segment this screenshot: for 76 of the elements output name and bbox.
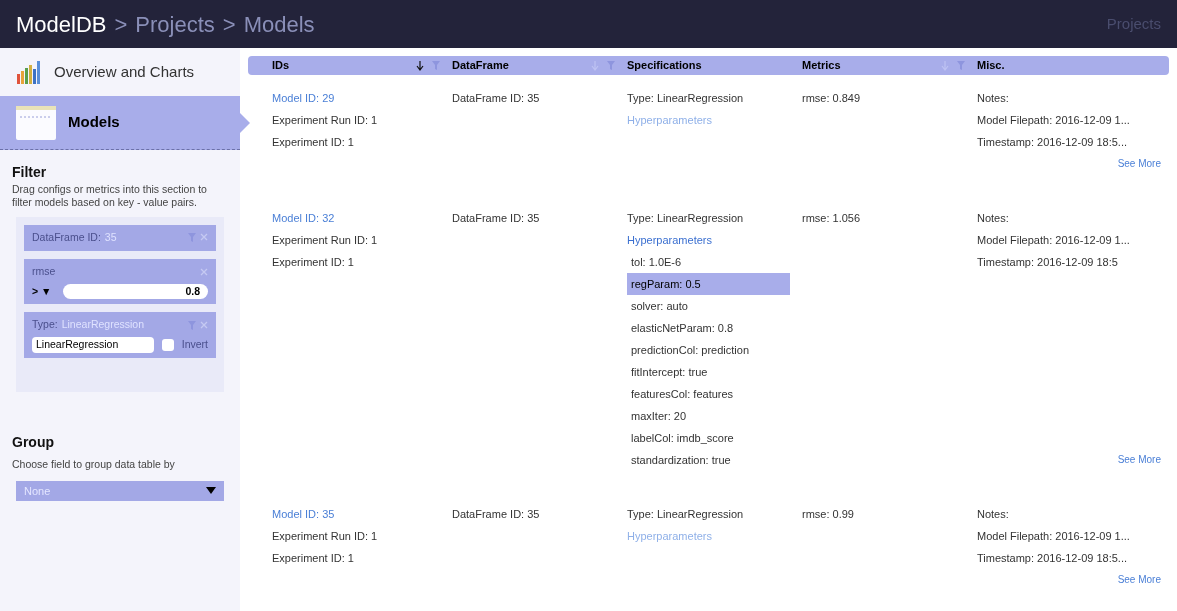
value-input[interactable]: 0.8 bbox=[63, 283, 208, 300]
filter-value: LinearRegression bbox=[61, 317, 144, 333]
close-icon[interactable] bbox=[200, 233, 208, 242]
breadcrumb-link[interactable]: Projects bbox=[135, 7, 215, 41]
timestamp-text: Timestamp: 2016-12-09 18:5... bbox=[977, 135, 1128, 150]
breadcrumb-separator: > bbox=[114, 10, 128, 39]
filepath-text: Model Filepath: 2016-12-09 1... bbox=[977, 113, 1131, 128]
hyperparameter-item[interactable]: regParam: 0.5 bbox=[627, 273, 790, 295]
column-header[interactable]: Specifications bbox=[627, 57, 702, 74]
model-id-link[interactable]: Model ID: 32 bbox=[272, 207, 452, 229]
dataframe-text: DataFrame ID: 35 bbox=[452, 92, 540, 104]
breadcrumb-link[interactable]: ModelDB bbox=[16, 7, 107, 41]
experiment-id-text: Experiment ID: 1 bbox=[272, 551, 355, 566]
type-text: Type: LinearRegression bbox=[627, 91, 745, 106]
filter-icon[interactable] bbox=[607, 61, 615, 70]
see-more-link[interactable]: See More bbox=[1117, 153, 1161, 175]
invert-label: Invert bbox=[181, 337, 208, 352]
experiment-id-text: Experiment ID: 1 bbox=[272, 135, 355, 150]
hyperparameter-item[interactable]: predictionCol: prediction bbox=[627, 339, 790, 361]
model-id-link[interactable]: Model ID: 29 bbox=[272, 87, 452, 109]
bar-chart-icon bbox=[16, 60, 42, 84]
table-icon bbox=[16, 105, 56, 140]
notes-text: Notes: bbox=[977, 507, 1010, 522]
hyperparameters-link[interactable]: Hyperparameters bbox=[627, 229, 790, 251]
selection-pointer bbox=[240, 113, 250, 133]
filter-value: 35 bbox=[104, 230, 117, 245]
model-id-link[interactable]: Model ID: 35 bbox=[272, 503, 452, 525]
see-more-link[interactable]: See More bbox=[1117, 449, 1161, 471]
hyperparameter-item[interactable]: elasticNetParam: 0.8 bbox=[627, 317, 790, 339]
metric-text: rmse: 0.99 bbox=[802, 508, 854, 520]
metric-text: rmse: 1.056 bbox=[802, 212, 861, 224]
hyperparameter-item[interactable]: featuresCol: features bbox=[627, 383, 790, 405]
column-header[interactable]: DataFrame bbox=[452, 57, 509, 74]
run-id-text: Experiment Run ID: 1 bbox=[272, 233, 379, 248]
dataframe-text: DataFrame ID: 35 bbox=[452, 508, 540, 520]
column-header[interactable]: Misc. bbox=[977, 57, 1005, 74]
type-text: Type: LinearRegression bbox=[627, 211, 745, 226]
sidebar-item[interactable]: Overview and Charts bbox=[0, 48, 240, 96]
hyperparameter-item[interactable]: standardization: true bbox=[627, 449, 790, 471]
filter-key: rmse bbox=[32, 263, 56, 280]
invert-checkbox[interactable] bbox=[161, 338, 174, 351]
column-header[interactable]: Metrics bbox=[802, 57, 841, 74]
metric-text: rmse: 0.849 bbox=[802, 92, 861, 104]
filter-icon[interactable] bbox=[957, 61, 965, 70]
timestamp-text: Timestamp: 2016-12-09 18:5 bbox=[977, 255, 1119, 270]
notes-text: Notes: bbox=[977, 211, 1010, 226]
filepath-text: Model Filepath: 2016-12-09 1... bbox=[977, 233, 1131, 248]
experiment-id-text: Experiment ID: 1 bbox=[272, 255, 355, 270]
group-title: Group bbox=[12, 433, 55, 452]
value-input[interactable]: LinearRegression bbox=[32, 337, 154, 353]
hyperparameter-item[interactable]: solver: auto bbox=[627, 295, 790, 317]
dataframe-text: DataFrame ID: 35 bbox=[452, 212, 540, 224]
hyperparameter-item[interactable]: maxIter: 20 bbox=[627, 405, 790, 427]
group-description: Choose field to group data table by bbox=[12, 457, 176, 472]
hyperparameter-item[interactable]: tol: 1.0E-6 bbox=[627, 251, 790, 273]
notes-text: Notes: bbox=[977, 91, 1010, 106]
filter-key: DataFrame ID: bbox=[32, 230, 101, 246]
filter-icon[interactable] bbox=[432, 61, 440, 70]
hyperparameter-item[interactable]: labelCol: imdb_score bbox=[627, 427, 790, 449]
filepath-text: Model Filepath: 2016-12-09 1... bbox=[977, 529, 1131, 544]
filter-title: Filter bbox=[12, 163, 48, 182]
timestamp-text: Timestamp: 2016-12-09 18:5... bbox=[977, 551, 1128, 566]
type-text: Type: LinearRegression bbox=[627, 507, 745, 522]
run-id-text: Experiment Run ID: 1 bbox=[272, 529, 379, 544]
filter-key: Type: bbox=[32, 317, 58, 333]
breadcrumb-separator: > bbox=[222, 10, 236, 39]
operator-dropdown[interactable]: > ▼ bbox=[32, 283, 52, 300]
column-header[interactable]: IDs bbox=[272, 57, 290, 74]
see-more-link[interactable]: See More bbox=[1117, 569, 1161, 591]
close-icon[interactable] bbox=[200, 320, 208, 329]
sort-arrow-icon[interactable] bbox=[416, 60, 424, 71]
run-id-text: Experiment Run ID: 1 bbox=[272, 113, 379, 128]
hyperparameter-item[interactable]: fitIntercept: true bbox=[627, 361, 790, 383]
close-icon[interactable] bbox=[200, 267, 208, 276]
breadcrumb-link[interactable]: Models bbox=[243, 7, 315, 41]
filter-description: Drag configs or metrics into this section to filter models based on key - value pairs. bbox=[12, 183, 208, 209]
